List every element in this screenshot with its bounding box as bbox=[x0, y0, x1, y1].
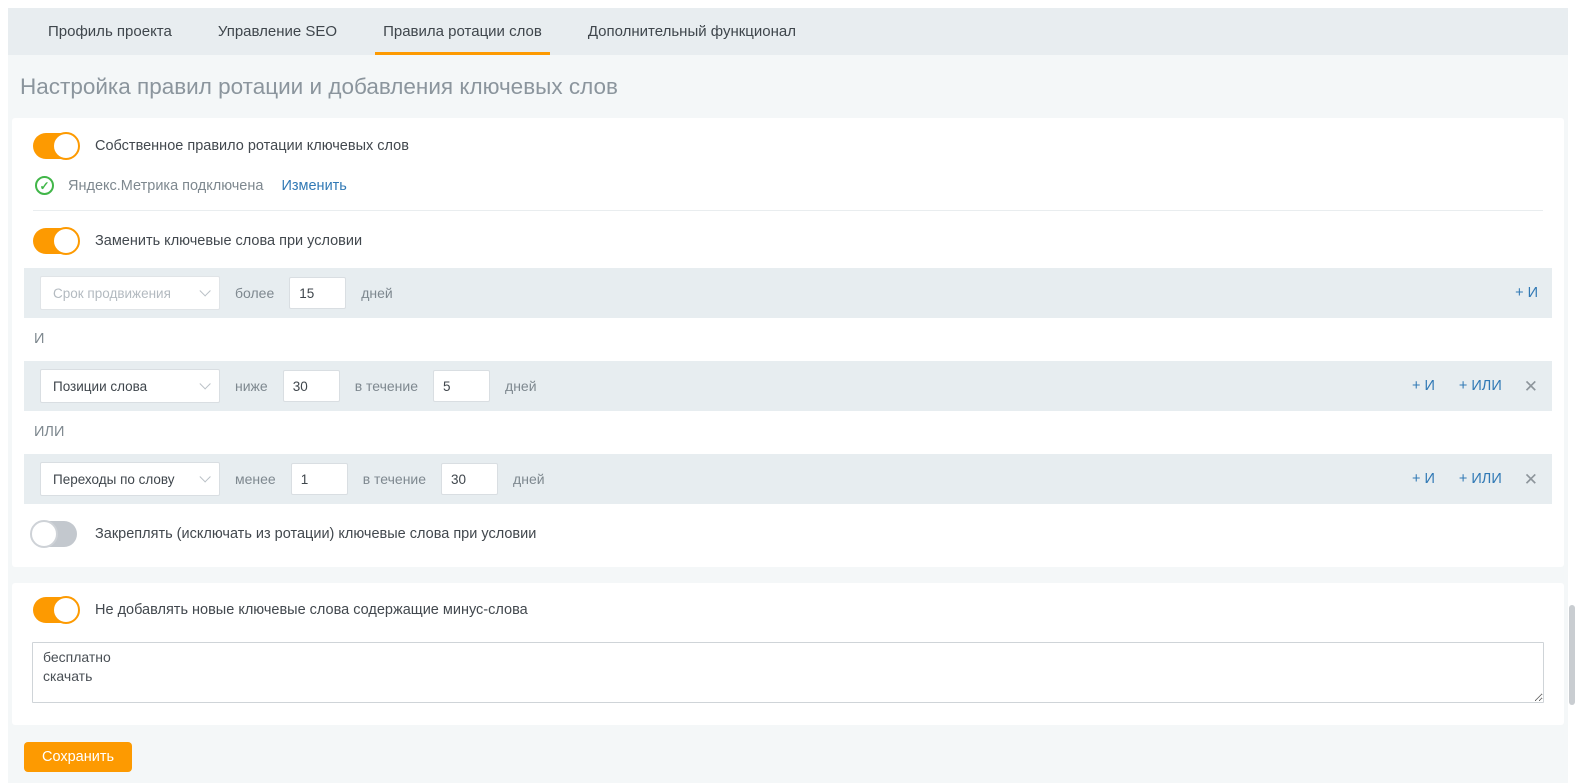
tab-additional-functionality[interactable]: Дополнительный функционал bbox=[580, 8, 804, 55]
own-rule-row: Собственное правило ротации ключевых сло… bbox=[33, 133, 1552, 159]
minus-words-textarea[interactable] bbox=[32, 642, 1544, 703]
replace-keywords-toggle[interactable] bbox=[33, 228, 77, 254]
value-input-3[interactable] bbox=[291, 463, 348, 495]
tab-seo-management[interactable]: Управление SEO bbox=[210, 8, 345, 55]
minus-words-panel: Не добавлять новые ключевые слова содерж… bbox=[12, 583, 1564, 725]
tab-word-rotation-rules[interactable]: Правила ротации слов bbox=[375, 8, 550, 55]
duration-input-2[interactable] bbox=[433, 370, 490, 402]
add-or-link-2[interactable]: + ИЛИ bbox=[1459, 378, 1502, 394]
metric-select-3-value: Переходы по слову bbox=[53, 472, 175, 487]
condition-links-3: + И + ИЛИ ✕ bbox=[1388, 471, 1538, 488]
own-rule-label: Собственное правило ротации ключевых сло… bbox=[95, 138, 409, 154]
days-label-1: дней bbox=[361, 285, 393, 301]
metric-select-2[interactable]: Позиции слова bbox=[40, 369, 220, 403]
scrollbar-thumb[interactable] bbox=[1569, 605, 1575, 705]
condition-links-1: + И bbox=[1491, 285, 1538, 301]
toggle-knob bbox=[52, 596, 80, 624]
pin-keywords-label: Закреплять (исключать из ротации) ключев… bbox=[95, 526, 536, 542]
page: Профиль проекта Управление SEO Правила р… bbox=[8, 8, 1568, 783]
metrika-change-link[interactable]: Изменить bbox=[281, 178, 346, 194]
comparator-label-3: менее bbox=[235, 471, 276, 487]
minus-words-label: Не добавлять новые ключевые слова содерж… bbox=[95, 602, 528, 618]
metrika-status-row: ✓ Яндекс.Метрика подключена Изменить bbox=[35, 176, 1552, 195]
days-label-3: дней bbox=[513, 471, 545, 487]
duration-input-3[interactable] bbox=[441, 463, 498, 495]
during-label-2: в течение bbox=[355, 378, 418, 394]
condition-row-2: Позиции слова ниже в течение дней + И + … bbox=[24, 361, 1552, 411]
comparator-label-1: более bbox=[235, 285, 274, 301]
metric-select-1[interactable]: Срок продвижения bbox=[40, 276, 220, 310]
value-input-1[interactable] bbox=[289, 277, 346, 309]
pin-keywords-toggle[interactable] bbox=[33, 521, 77, 547]
remove-condition-icon-2[interactable]: ✕ bbox=[1524, 378, 1538, 395]
replace-keywords-label: Заменить ключевые слова при условии bbox=[95, 233, 362, 249]
metric-select-3[interactable]: Переходы по слову bbox=[40, 462, 220, 496]
tabbar: Профиль проекта Управление SEO Правила р… bbox=[8, 8, 1568, 55]
chevron-down-icon bbox=[199, 285, 210, 296]
toggle-knob bbox=[30, 520, 58, 548]
condition-row-1: Срок продвижения более дней + И bbox=[24, 268, 1552, 318]
tab-project-profile[interactable]: Профиль проекта bbox=[40, 8, 180, 55]
add-and-link-3[interactable]: + И bbox=[1412, 471, 1435, 487]
condition-links-2: + И + ИЛИ ✕ bbox=[1388, 378, 1538, 395]
success-check-icon: ✓ bbox=[35, 176, 54, 195]
minus-words-row: Не добавлять новые ключевые слова содерж… bbox=[33, 597, 1544, 623]
save-button[interactable]: Сохранить bbox=[24, 742, 132, 772]
comparator-label-2: ниже bbox=[235, 378, 268, 394]
replace-condition-row: Заменить ключевые слова при условии bbox=[33, 228, 1552, 254]
condition-row-3: Переходы по слову менее в течение дней +… bbox=[24, 454, 1552, 504]
remove-condition-icon-3[interactable]: ✕ bbox=[1524, 471, 1538, 488]
chevron-down-icon bbox=[199, 378, 210, 389]
toggle-knob bbox=[52, 227, 80, 255]
during-label-3: в течение bbox=[363, 471, 426, 487]
content-area: Настройка правил ротации и добавления кл… bbox=[8, 55, 1568, 783]
minus-words-toggle[interactable] bbox=[33, 597, 77, 623]
add-and-link-2[interactable]: + И bbox=[1412, 378, 1435, 394]
group-label-and: И bbox=[34, 331, 1552, 347]
pin-condition-row: Закреплять (исключать из ротации) ключев… bbox=[33, 521, 1552, 547]
own-rule-toggle[interactable] bbox=[33, 133, 77, 159]
add-or-link-3[interactable]: + ИЛИ bbox=[1459, 471, 1502, 487]
rotation-rules-panel: Собственное правило ротации ключевых сло… bbox=[12, 118, 1564, 567]
add-and-link-1[interactable]: + И bbox=[1515, 285, 1538, 301]
chevron-down-icon bbox=[199, 471, 210, 482]
metrika-status-text: Яндекс.Метрика подключена bbox=[68, 178, 263, 194]
divider bbox=[33, 210, 1543, 211]
toggle-knob bbox=[52, 132, 80, 160]
days-label-2: дней bbox=[505, 378, 537, 394]
page-title: Настройка правил ротации и добавления кл… bbox=[12, 55, 1564, 118]
value-input-2[interactable] bbox=[283, 370, 340, 402]
metric-select-1-value: Срок продвижения bbox=[53, 286, 171, 301]
metric-select-2-value: Позиции слова bbox=[53, 379, 147, 394]
group-label-or: ИЛИ bbox=[34, 424, 1552, 440]
